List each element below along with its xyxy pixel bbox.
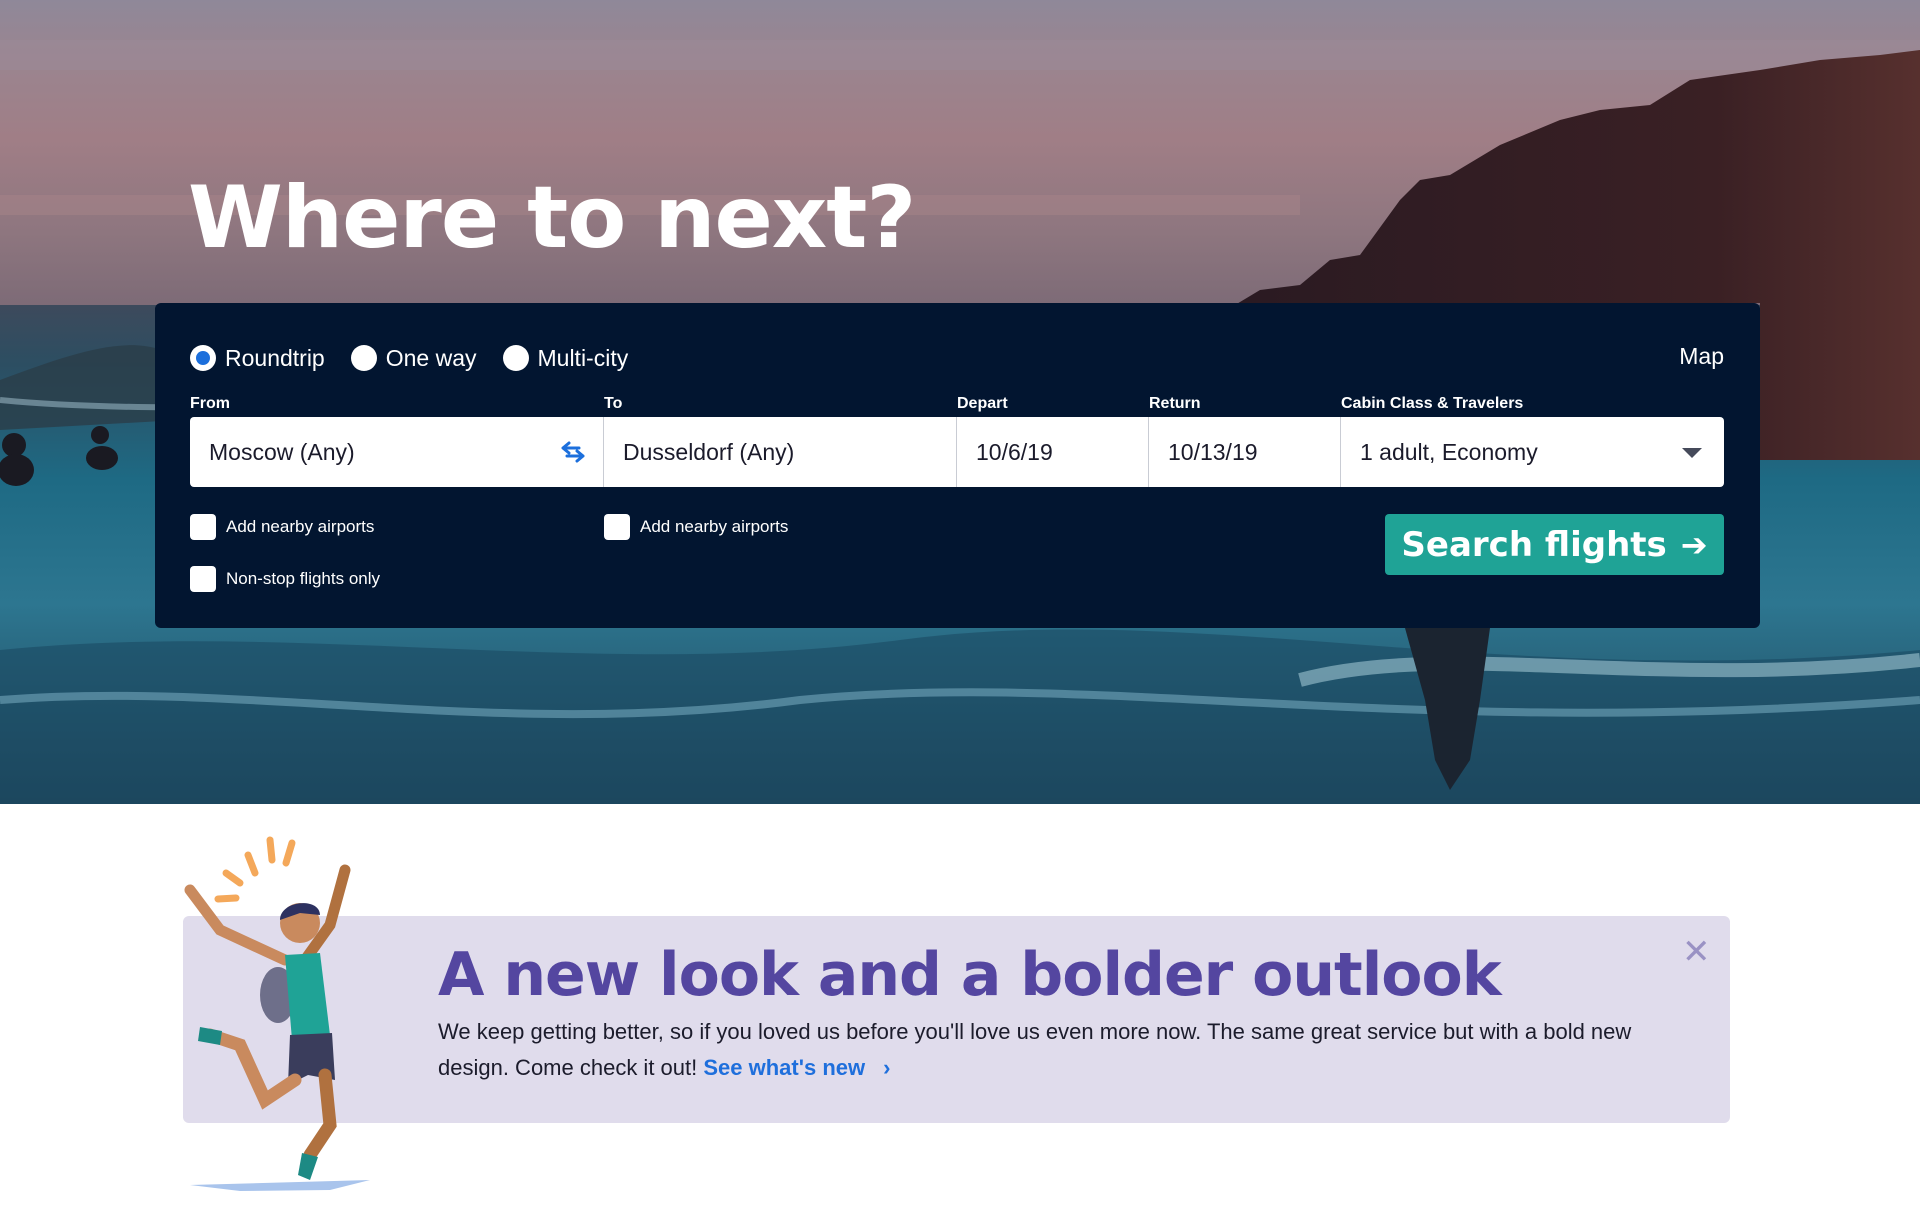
nonstop-checkbox[interactable]: Non-stop flights only [190, 566, 380, 592]
checkbox-icon[interactable] [190, 514, 216, 540]
flight-search-panel: Roundtrip One way Multi-city Map From To… [155, 303, 1760, 628]
banner-body: We keep getting better, so if you loved … [438, 1019, 1632, 1080]
checkbox-label: Add nearby airports [640, 517, 789, 536]
announcement-banner: A new look and a bolder outlook We keep … [183, 916, 1730, 1123]
cabin-label: Cabin Class & Travelers [1341, 395, 1524, 412]
checkbox-label: Add nearby airports [226, 517, 375, 536]
depart-value: 10/6/19 [976, 438, 1053, 465]
cabin-travelers-select[interactable]: 1 adult, Economy [1341, 417, 1724, 487]
sparkle-icon [214, 836, 296, 903]
jumping-person-illustration [180, 835, 380, 1205]
search-button-label: Search flights [1401, 524, 1667, 565]
field-labels: From To Depart Return Cabin Class & Trav… [155, 395, 1760, 415]
radio-label: Roundtrip [225, 344, 325, 371]
return-date-input[interactable]: 10/13/19 [1149, 417, 1341, 487]
checkbox-icon[interactable] [190, 566, 216, 592]
radio-roundtrip[interactable]: Roundtrip [190, 345, 325, 372]
radio-checked-icon[interactable] [190, 345, 216, 371]
arrow-right-icon: ➔ [1680, 525, 1708, 564]
banner-title: A new look and a bolder outlook [438, 940, 1502, 1010]
to-input[interactable]: Dusseldorf (Any) [604, 417, 957, 487]
search-flights-button[interactable]: Search flights ➔ [1385, 514, 1724, 575]
page-title: Where to next? [188, 168, 916, 268]
to-label: To [604, 395, 623, 412]
trip-type-selector: Roundtrip One way Multi-city [190, 341, 654, 375]
radio-unchecked-icon[interactable] [502, 345, 529, 371]
to-value: Dusseldorf (Any) [623, 438, 795, 465]
radio-one-way[interactable]: One way [350, 344, 477, 372]
swap-icon[interactable] [561, 441, 585, 463]
return-value: 10/13/19 [1168, 438, 1258, 465]
depart-label: Depart [957, 395, 1008, 412]
banner-text: We keep getting better, so if you loved … [438, 1014, 1668, 1086]
from-nearby-checkbox[interactable]: Add nearby airports [190, 514, 374, 540]
caret-down-icon[interactable] [1682, 448, 1702, 458]
from-label: From [190, 395, 230, 412]
link-label: See what's new [703, 1055, 866, 1080]
close-icon[interactable]: ✕ [1682, 935, 1711, 969]
map-link[interactable]: Map [1679, 343, 1724, 370]
search-fields-row: Moscow (Any) Dusseldorf (Any) 10/6/19 10… [190, 417, 1724, 487]
from-value: Moscow (Any) [209, 438, 355, 465]
radio-label: Multi-city [537, 344, 629, 371]
return-label: Return [1149, 395, 1201, 412]
checkbox-icon[interactable] [604, 514, 630, 540]
chevron-right-icon: › [883, 1055, 891, 1080]
see-whats-new-link[interactable]: See what's new › [703, 1055, 890, 1080]
radio-label: One way [385, 344, 477, 371]
from-input[interactable]: Moscow (Any) [190, 417, 604, 487]
radio-unchecked-icon[interactable] [350, 345, 377, 371]
cabin-value: 1 adult, Economy [1360, 438, 1538, 465]
depart-date-input[interactable]: 10/6/19 [957, 417, 1149, 487]
checkbox-label: Non-stop flights only [226, 569, 381, 588]
to-nearby-checkbox[interactable]: Add nearby airports [604, 514, 788, 540]
radio-multi-city[interactable]: Multi-city [502, 344, 629, 372]
